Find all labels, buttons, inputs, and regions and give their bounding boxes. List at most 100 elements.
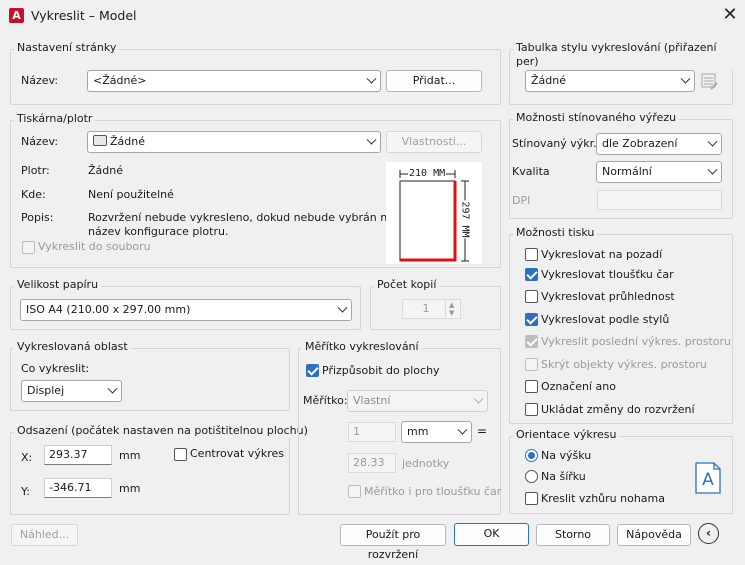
option-save-changes-checkbox[interactable] bbox=[525, 403, 538, 416]
copies-spinner[interactable]: ▲ ▼ bbox=[445, 299, 461, 319]
paper-size-select[interactable]: ISO A4 (210.00 x 297.00 mm) bbox=[20, 299, 352, 321]
fit-to-paper-checkbox[interactable] bbox=[306, 364, 319, 377]
equals-sign: = bbox=[477, 424, 488, 438]
collapse-options-icon[interactable]: ‹ bbox=[698, 523, 719, 544]
x-offset-unit: mm bbox=[119, 449, 141, 462]
chevron-down-icon bbox=[366, 73, 377, 84]
apply-to-layout-button[interactable]: Použít pro rozvržení bbox=[340, 524, 446, 561]
x-offset-label: X: bbox=[21, 451, 33, 464]
add-page-setup-button[interactable]: Přidat... bbox=[386, 70, 482, 92]
printer-name-select[interactable]: Žádné bbox=[87, 131, 381, 153]
what-to-plot-value: Displej bbox=[27, 384, 65, 397]
help-button[interactable]: Nápověda bbox=[617, 524, 691, 546]
spin-up-icon[interactable]: ▲ bbox=[449, 301, 454, 309]
portrait-radio[interactable] bbox=[525, 449, 538, 462]
paper-preview: 210 MM 297 MM bbox=[386, 162, 482, 264]
option-background-label: Vykreslovat na pozadí bbox=[541, 248, 663, 261]
ok-button[interactable]: OK bbox=[454, 523, 529, 546]
portrait-label: Na výšku bbox=[541, 449, 592, 462]
option-transparency-label: Vykreslovat průhlednost bbox=[541, 290, 675, 303]
title-bar: A Vykreslit – Model ✕ bbox=[0, 0, 745, 32]
option-lineweights-checkbox[interactable] bbox=[525, 268, 538, 281]
upside-down-checkbox[interactable] bbox=[525, 492, 538, 505]
scale-select[interactable]: Vlastní bbox=[347, 390, 488, 412]
center-plot-checkbox[interactable] bbox=[174, 448, 187, 461]
quality-select[interactable]: Normální bbox=[596, 161, 722, 183]
shade-plot-select[interactable]: dle Zobrazení bbox=[596, 133, 722, 155]
y-offset-input[interactable]: -346.71 bbox=[44, 478, 112, 498]
chevron-down-icon bbox=[107, 383, 118, 394]
scale-unit-value: mm bbox=[407, 425, 429, 438]
page-setup-name-value: <Žádné> bbox=[93, 74, 147, 87]
plot-to-file-checkbox[interactable] bbox=[22, 241, 35, 254]
orientation-letter: A bbox=[702, 470, 714, 490]
x-offset-input[interactable]: 293.37 bbox=[44, 445, 112, 465]
shade-plot-value: dle Zobrazení bbox=[602, 137, 678, 150]
option-stamp-label: Označení ano bbox=[541, 380, 616, 393]
scale-lineweights-checkbox[interactable] bbox=[348, 485, 361, 498]
orientation-group-label: Orientace výkresu bbox=[513, 428, 620, 442]
plot-style-table-select[interactable]: Žádné bbox=[525, 70, 695, 92]
printer-group-label: Tiskárna/plotr bbox=[14, 112, 96, 126]
page-setup-name-select[interactable]: <Žádné> bbox=[87, 70, 381, 92]
scale-lineweights-label: Měřítko i pro tloušťku čar bbox=[364, 485, 502, 498]
cancel-button[interactable]: Storno bbox=[536, 524, 610, 546]
where-value: Není použitelné bbox=[88, 188, 174, 201]
edit-plot-style-icon[interactable] bbox=[701, 73, 718, 90]
option-paperspace-last-checkbox[interactable] bbox=[525, 335, 538, 348]
option-save-changes-label: Ukládat změny do rozvržení bbox=[541, 403, 695, 416]
scale-numerator-input[interactable]: 1 bbox=[348, 422, 396, 442]
autocad-app-icon: A bbox=[9, 8, 24, 23]
landscape-label: Na šířku bbox=[541, 470, 586, 483]
option-plot-styles-label: Vykreslovat podle stylů bbox=[541, 313, 670, 326]
chevron-down-icon bbox=[366, 134, 377, 145]
dpi-input[interactable] bbox=[597, 190, 722, 210]
option-stamp-checkbox[interactable] bbox=[525, 380, 538, 393]
plot-style-table-group-label: Tabulka stylu vykreslování (přiřazení pe… bbox=[513, 41, 745, 69]
plotter-label: Plotr: bbox=[21, 164, 50, 177]
paper-width-label: 210 MM bbox=[408, 168, 447, 179]
description-line-2: název konfigurace plotru. bbox=[88, 225, 229, 238]
landscape-radio[interactable] bbox=[525, 470, 538, 483]
option-hide-objects-checkbox[interactable] bbox=[525, 358, 538, 371]
copies-input[interactable]: 1 bbox=[402, 299, 446, 319]
option-plot-styles-checkbox[interactable] bbox=[525, 313, 538, 326]
scale-units-input[interactable]: 28.33 bbox=[348, 453, 396, 473]
center-plot-label: Centrovat výkres bbox=[190, 447, 284, 460]
option-background-checkbox[interactable] bbox=[525, 248, 538, 261]
printer-icon bbox=[93, 135, 107, 146]
plot-style-table-value: Žádné bbox=[531, 74, 566, 87]
printer-properties-button[interactable]: Vlastnosti... bbox=[386, 131, 482, 153]
quality-label: Kvalita bbox=[512, 165, 550, 178]
plotter-value: Žádné bbox=[88, 164, 123, 177]
preview-button[interactable]: Náhled... bbox=[11, 524, 78, 546]
page-setup-name-label: Název: bbox=[21, 74, 59, 87]
scale-label: Měřítko: bbox=[303, 394, 348, 407]
close-icon[interactable]: ✕ bbox=[718, 3, 742, 27]
scale-value: Vlastní bbox=[353, 394, 391, 407]
chevron-down-icon bbox=[707, 164, 718, 175]
option-lineweights-label: Vykreslovat tloušťku čar bbox=[541, 268, 674, 281]
y-offset-label: Y: bbox=[21, 485, 30, 498]
scale-unit-select[interactable]: mm bbox=[401, 421, 472, 443]
spin-down-icon[interactable]: ▼ bbox=[449, 309, 454, 317]
option-transparency-checkbox[interactable] bbox=[525, 290, 538, 303]
y-offset-unit: mm bbox=[119, 482, 141, 495]
shaded-viewport-group-label: Možnosti stínovaného výřezu bbox=[513, 111, 680, 125]
chevron-down-icon bbox=[337, 302, 348, 313]
plot-options-group-label: Možnosti tisku bbox=[513, 226, 598, 240]
what-to-plot-select[interactable]: Displej bbox=[21, 380, 122, 402]
plot-options-group bbox=[509, 234, 733, 424]
what-to-plot-label: Co vykreslit: bbox=[21, 362, 90, 375]
chevron-down-icon bbox=[457, 424, 468, 435]
scale-units-label: jednotky bbox=[402, 457, 450, 470]
plot-offset-group-label: Odsazení (počátek nastaven na potištitel… bbox=[14, 424, 311, 438]
chevron-down-icon bbox=[473, 393, 484, 404]
option-hide-objects-label: Skrýt objekty výkres. prostoru bbox=[541, 358, 707, 371]
printer-name-value: Žádné bbox=[110, 135, 145, 148]
plot-area-group-label: Vykreslovaná oblast bbox=[14, 340, 131, 354]
quality-value: Normální bbox=[602, 165, 652, 178]
copies-group-label: Počet kopií bbox=[374, 278, 440, 292]
page-setup-group-label: Nastavení stránky bbox=[14, 41, 120, 55]
where-label: Kde: bbox=[21, 188, 46, 201]
